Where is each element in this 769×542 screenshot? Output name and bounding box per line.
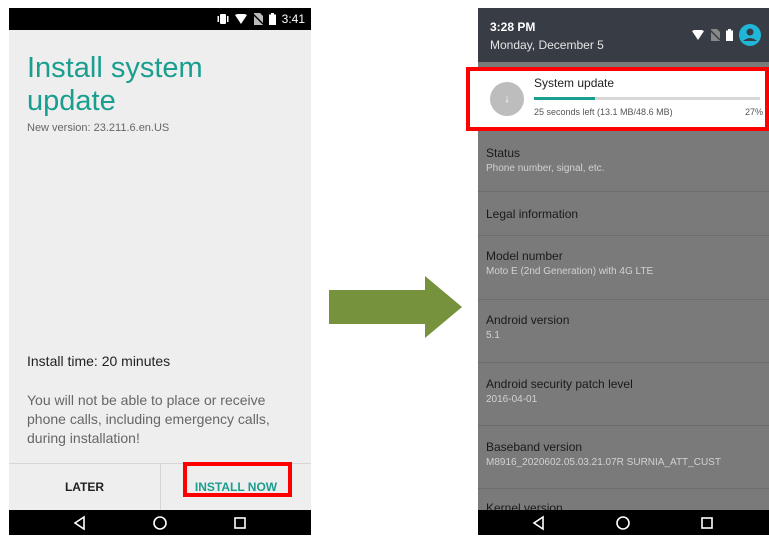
later-button[interactable]: LATER: [9, 464, 161, 510]
navigation-bar: [9, 510, 311, 535]
list-item-subtitle: Phone number, signal, etc.: [486, 163, 605, 174]
right-arrow: [329, 276, 462, 338]
list-item-model[interactable]: Model number Moto E (2nd Generation) wit…: [478, 236, 769, 300]
installation-warning: You will not be able to place or receive…: [27, 392, 270, 446]
back-icon[interactable]: [71, 514, 89, 532]
vibrate-icon: [217, 14, 229, 24]
recents-icon[interactable]: [231, 514, 249, 532]
notification-shade-header: 3:28 PM Monday, December 5: [478, 8, 769, 62]
list-item-title: Status: [486, 146, 521, 160]
recents-icon[interactable]: [698, 514, 716, 532]
list-item-subtitle: Moto E (2nd Generation) with 4G LTE: [486, 266, 654, 277]
list-item-status[interactable]: Status Phone number, signal, etc.: [478, 129, 769, 192]
list-item-legal[interactable]: Legal information: [478, 192, 769, 236]
wifi-icon: [234, 14, 247, 24]
navigation-bar: [478, 510, 769, 535]
account-icon[interactable]: [739, 24, 761, 46]
wifi-icon: [692, 30, 704, 40]
battery-icon: [268, 13, 276, 25]
shade-time: 3:28 PM: [490, 20, 536, 34]
list-item-android-version[interactable]: Android version 5.1: [478, 300, 769, 363]
list-item-title: Android version: [486, 313, 570, 327]
install-now-highlight: [183, 462, 292, 497]
home-icon[interactable]: [151, 514, 169, 532]
list-item-security-patch[interactable]: Android security patch level 2016-04-01: [478, 363, 769, 426]
list-item-title: Model number: [486, 249, 563, 263]
battery-icon: [726, 29, 733, 41]
screenshot-canvas: 3:41 Install system update New version: …: [0, 0, 769, 542]
no-sim-icon: [252, 13, 263, 25]
list-item-title: Baseband version: [486, 440, 583, 454]
home-icon[interactable]: [614, 514, 632, 532]
notification-highlight: [466, 67, 769, 131]
install-update-screen: 3:41 Install system update New version: …: [9, 8, 311, 535]
list-item-subtitle: 5.1: [486, 330, 500, 341]
status-bar: 3:41: [9, 8, 311, 30]
back-icon[interactable]: [530, 514, 548, 532]
install-time-text: Install time: 20 minutes: [27, 353, 171, 369]
status-time: 3:41: [281, 12, 305, 26]
list-item-title: Android security patch level: [486, 377, 633, 391]
shade-date: Monday, December 5: [490, 38, 604, 52]
list-item-baseband[interactable]: Baseband version M8916_2020602.05.03.21.…: [478, 426, 769, 489]
list-item-title: Legal information: [486, 207, 579, 221]
list-item-subtitle: M8916_2020602.05.03.21.07R SURNIA_ATT_CU…: [486, 457, 721, 468]
page-title: Install system update: [27, 52, 203, 117]
list-item-subtitle: 2016-04-01: [486, 394, 538, 405]
settings-list: Status Phone number, signal, etc. Legal …: [478, 129, 769, 529]
no-sim-icon: [710, 29, 720, 41]
version-text: New version: 23.211.6.en.US: [27, 122, 170, 134]
